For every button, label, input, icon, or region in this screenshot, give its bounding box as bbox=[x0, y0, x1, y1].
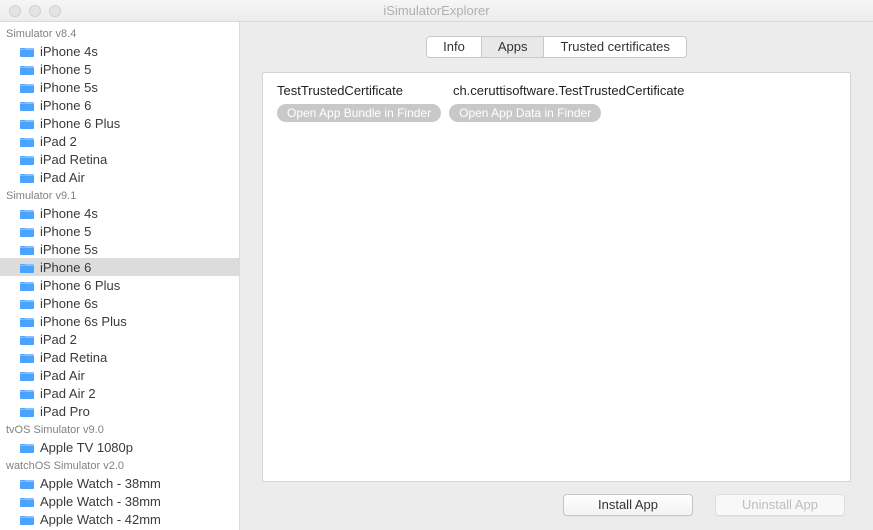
folder-icon bbox=[20, 478, 34, 489]
sidebar-item-device[interactable]: iPad Air bbox=[0, 366, 239, 384]
sidebar-item-device[interactable]: iPhone 6s bbox=[0, 294, 239, 312]
folder-icon bbox=[20, 298, 34, 309]
folder-icon bbox=[20, 46, 34, 57]
uninstall-app-button: Uninstall App bbox=[715, 494, 845, 516]
device-label: iPad Retina bbox=[40, 350, 107, 365]
apps-panel: TestTrustedCertificate ch.ceruttisoftware… bbox=[262, 72, 851, 482]
window-title: iSimulatorExplorer bbox=[0, 3, 873, 18]
folder-icon bbox=[20, 316, 34, 327]
folder-icon bbox=[20, 406, 34, 417]
device-label: iPhone 6s Plus bbox=[40, 314, 127, 329]
install-app-button[interactable]: Install App bbox=[563, 494, 693, 516]
sidebar-item-device[interactable]: iPad Air bbox=[0, 168, 239, 186]
main-panel: InfoAppsTrusted certificates TestTrusted… bbox=[240, 22, 873, 530]
sidebar-item-device[interactable]: iPad 2 bbox=[0, 132, 239, 150]
sidebar-item-device[interactable]: iPad Retina bbox=[0, 150, 239, 168]
sidebar-item-device[interactable]: iPhone 6s Plus bbox=[0, 312, 239, 330]
folder-icon bbox=[20, 118, 34, 129]
device-label: iPad 2 bbox=[40, 332, 77, 347]
sidebar-group-header: tvOS Simulator v9.0 bbox=[0, 420, 239, 438]
folder-icon bbox=[20, 100, 34, 111]
open-bundle-button[interactable]: Open App Bundle in Finder bbox=[277, 104, 441, 122]
open-data-button[interactable]: Open App Data in Finder bbox=[449, 104, 601, 122]
device-label: Apple Watch - 42mm bbox=[40, 512, 161, 527]
sidebar-group-header: Simulator v8.4 bbox=[0, 24, 239, 42]
tab-info[interactable]: Info bbox=[427, 37, 482, 57]
sidebar-item-device[interactable]: iPad Air 2 bbox=[0, 384, 239, 402]
device-label: Apple TV 1080p bbox=[40, 440, 133, 455]
app-bundle-id: ch.ceruttisoftware.TestTrustedCertificat… bbox=[453, 83, 684, 98]
sidebar-item-device[interactable]: Apple TV 1080p bbox=[0, 438, 239, 456]
folder-icon bbox=[20, 280, 34, 291]
device-label: iPhone 6 bbox=[40, 260, 91, 275]
device-label: iPhone 6s bbox=[40, 296, 98, 311]
device-label: Apple Watch - 38mm bbox=[40, 476, 161, 491]
folder-icon bbox=[20, 208, 34, 219]
folder-icon bbox=[20, 388, 34, 399]
tab-trusted-certificates[interactable]: Trusted certificates bbox=[544, 37, 685, 57]
device-label: iPhone 5 bbox=[40, 62, 91, 77]
app-entry[interactable]: TestTrustedCertificate ch.ceruttisoftware… bbox=[277, 83, 836, 122]
sidebar-item-device[interactable]: iPad Retina bbox=[0, 348, 239, 366]
folder-icon bbox=[20, 496, 34, 507]
bottom-bar: Install App Uninstall App bbox=[262, 482, 851, 516]
device-label: Apple Watch - 38mm bbox=[40, 494, 161, 509]
folder-icon bbox=[20, 136, 34, 147]
folder-icon bbox=[20, 514, 34, 525]
app-name: TestTrustedCertificate bbox=[277, 83, 403, 98]
sidebar-item-device[interactable]: iPad 2 bbox=[0, 330, 239, 348]
folder-icon bbox=[20, 154, 34, 165]
folder-icon bbox=[20, 244, 34, 255]
device-label: iPad Air bbox=[40, 368, 85, 383]
sidebar-item-device[interactable]: iPhone 5s bbox=[0, 240, 239, 258]
sidebar-item-device[interactable]: Apple Watch - 42mm bbox=[0, 510, 239, 528]
folder-icon bbox=[20, 352, 34, 363]
sidebar-item-device[interactable]: iPhone 4s bbox=[0, 204, 239, 222]
sidebar-item-device[interactable]: iPhone 6 Plus bbox=[0, 114, 239, 132]
sidebar-item-device[interactable]: iPad Pro bbox=[0, 402, 239, 420]
device-label: iPad Pro bbox=[40, 404, 90, 419]
device-label: iPhone 5s bbox=[40, 80, 98, 95]
folder-icon bbox=[20, 64, 34, 75]
device-label: iPhone 4s bbox=[40, 44, 98, 59]
sidebar-group-header: watchOS Simulator v2.0 bbox=[0, 456, 239, 474]
folder-icon bbox=[20, 226, 34, 237]
sidebar-item-device[interactable]: iPhone 6 bbox=[0, 258, 239, 276]
titlebar: iSimulatorExplorer bbox=[0, 0, 873, 22]
device-label: iPhone 5s bbox=[40, 242, 98, 257]
sidebar-item-device[interactable]: iPhone 5 bbox=[0, 222, 239, 240]
device-label: iPhone 6 bbox=[40, 98, 91, 113]
sidebar-item-device[interactable]: Apple Watch - 38mm bbox=[0, 492, 239, 510]
folder-icon bbox=[20, 82, 34, 93]
device-label: iPhone 6 Plus bbox=[40, 116, 120, 131]
tab-apps[interactable]: Apps bbox=[482, 37, 545, 57]
device-label: iPhone 4s bbox=[40, 206, 98, 221]
sidebar-group-header: Simulator v9.1 bbox=[0, 186, 239, 204]
sidebar-item-device[interactable]: iPhone 5s bbox=[0, 78, 239, 96]
folder-icon bbox=[20, 334, 34, 345]
device-label: iPad Air bbox=[40, 170, 85, 185]
sidebar: Simulator v8.4 iPhone 4s iPhone 5 iPhone 5s… bbox=[0, 22, 240, 530]
device-label: iPhone 5 bbox=[40, 224, 91, 239]
folder-icon bbox=[20, 262, 34, 273]
sidebar-item-device[interactable]: iPhone 4s bbox=[0, 42, 239, 60]
device-label: iPad Air 2 bbox=[40, 386, 96, 401]
device-label: iPad Retina bbox=[40, 152, 107, 167]
sidebar-item-device[interactable]: iPhone 6 bbox=[0, 96, 239, 114]
device-label: iPhone 6 Plus bbox=[40, 278, 120, 293]
device-label: iPad 2 bbox=[40, 134, 77, 149]
sidebar-item-device[interactable]: iPhone 5 bbox=[0, 60, 239, 78]
tab-bar: InfoAppsTrusted certificates bbox=[426, 36, 687, 58]
folder-icon bbox=[20, 172, 34, 183]
sidebar-item-device[interactable]: iPhone 6 Plus bbox=[0, 276, 239, 294]
folder-icon bbox=[20, 370, 34, 381]
folder-icon bbox=[20, 442, 34, 453]
sidebar-item-device[interactable]: Apple Watch - 38mm bbox=[0, 474, 239, 492]
